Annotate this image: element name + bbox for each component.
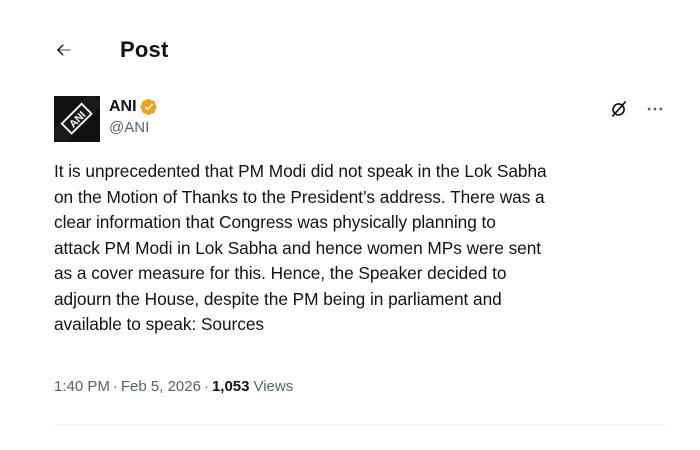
grok-icon	[611, 101, 627, 117]
post-page: Post ANI ANI @ANI It is unprecedented th…	[0, 0, 700, 450]
verified-badge-icon[interactable]	[140, 98, 158, 116]
more-button[interactable]	[644, 98, 666, 120]
meta-separator: ·	[112, 378, 118, 395]
ani-logo-icon: ANI	[54, 96, 100, 142]
more-icon	[647, 107, 663, 111]
meta-separator: ·	[203, 378, 209, 395]
author-names: ANI @ANI	[109, 96, 158, 136]
grok-button[interactable]	[608, 98, 630, 120]
post-text: It is unprecedented that PM Modi did not…	[54, 161, 547, 334]
back-button[interactable]	[52, 38, 76, 62]
page-header: Post	[52, 30, 168, 70]
avatar[interactable]: ANI	[54, 96, 100, 142]
post-time[interactable]: 1:40 PM	[54, 378, 110, 395]
post-actions	[608, 96, 666, 120]
divider	[54, 424, 666, 425]
post-author-row: ANI ANI @ANI	[54, 96, 666, 142]
post-date[interactable]: Feb 5, 2026	[121, 378, 201, 395]
author-handle[interactable]: @ANI	[109, 119, 158, 136]
views-label: Views	[253, 378, 294, 395]
views-count: 1,053	[211, 378, 250, 395]
post-meta: 1:40 PM · Feb 5, 2026 · 1,053 Views	[54, 378, 293, 395]
author-display-name[interactable]: ANI	[109, 98, 137, 116]
page-title: Post	[120, 37, 169, 62]
name-line: ANI	[109, 96, 158, 118]
arrow-left-icon	[56, 44, 71, 56]
